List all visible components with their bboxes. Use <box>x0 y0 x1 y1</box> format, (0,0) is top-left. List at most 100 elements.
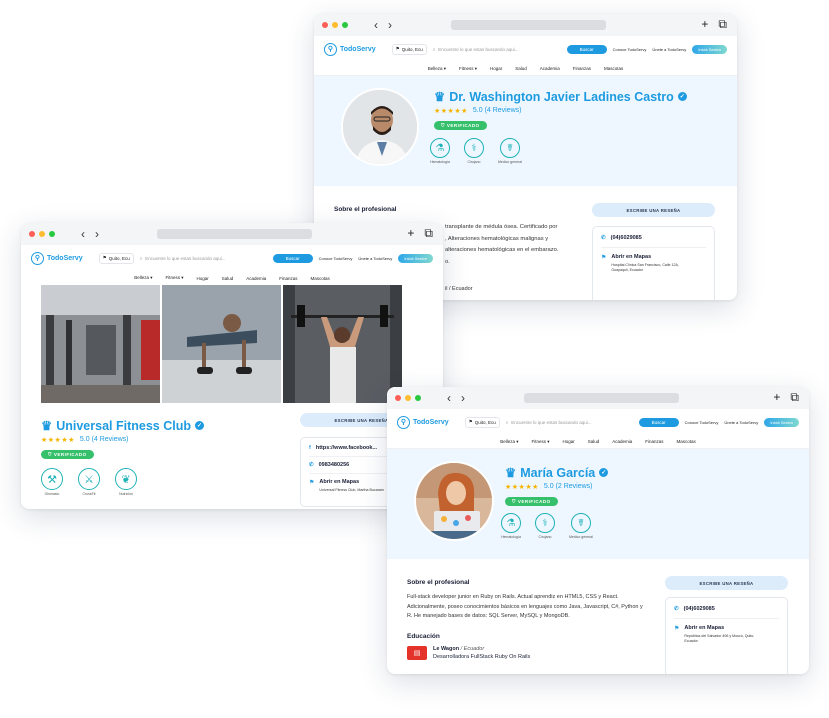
forward-arrow-icon[interactable]: › <box>95 228 99 240</box>
category-item[interactable]: Finanzas <box>645 439 663 444</box>
map-row[interactable]: ⚑ Abrir en Mapas República del Salvador 40… <box>674 625 779 644</box>
rating-row: ★★★★★ 5.0 (4 Reviews) <box>434 107 522 115</box>
category-item[interactable]: Belleza ▾ <box>428 66 446 72</box>
new-tab-icon[interactable]: + <box>701 18 708 30</box>
maximize-dot[interactable] <box>415 395 421 401</box>
gallery-photo-gym-machines[interactable] <box>41 285 160 403</box>
minimize-dot[interactable] <box>39 231 45 237</box>
login-button[interactable]: Iniciá Sesión <box>692 44 727 54</box>
service-nutrition[interactable]: ❦ Nutrición <box>115 468 137 496</box>
link-join[interactable]: Únete a TodoServy <box>724 420 758 425</box>
category-item[interactable]: Belleza ▾ <box>500 439 518 445</box>
category-item[interactable]: Hogar <box>196 276 208 281</box>
address-bar[interactable] <box>451 20 606 30</box>
edu-country: / Ecuador <box>460 646 485 652</box>
rating-text[interactable]: 5.0 (4 Reviews) <box>473 107 522 115</box>
link-join[interactable]: Únete a TodoServy <box>652 47 686 52</box>
link-know[interactable]: Conoce TodoServy <box>685 420 719 425</box>
category-item[interactable]: Salud <box>222 276 234 281</box>
category-item[interactable]: Finanzas <box>279 276 297 281</box>
category-item[interactable]: Belleza ▾ <box>134 275 152 281</box>
link-know[interactable]: Conoce TodoServy <box>319 256 353 261</box>
category-item[interactable]: Mascotas <box>677 439 696 444</box>
search-button[interactable]: Buscar <box>638 417 679 427</box>
service-general[interactable]: ☤ Medico general <box>569 513 593 539</box>
link-know[interactable]: Conoce TodoServy <box>613 47 647 52</box>
new-tab-icon[interactable]: + <box>773 391 780 403</box>
write-review-button[interactable]: ESCRIBE UNA RESEÑA <box>592 203 715 217</box>
search-input[interactable]: ⌕ Encuentre lo que estas buscando aqui... <box>140 253 267 264</box>
service-crossfit[interactable]: ⚔ CrossFit <box>78 468 100 496</box>
service-hematology[interactable]: ⚗ Hematología <box>430 138 450 164</box>
tabs-icon[interactable]: ⧉ <box>424 227 433 239</box>
category-item[interactable]: Academia <box>246 276 266 281</box>
service-label: Gimnasio <box>44 492 60 496</box>
maximize-dot[interactable] <box>342 22 348 28</box>
close-dot[interactable] <box>29 231 35 237</box>
forward-arrow-icon[interactable]: › <box>461 392 465 404</box>
gallery <box>21 285 443 403</box>
search-button[interactable]: Buscar <box>566 44 607 54</box>
write-review-button[interactable]: ESCRIBE UNA RESEÑA <box>665 576 788 590</box>
service-surgeon[interactable]: ⚕ Cirujano <box>464 138 484 164</box>
service-label: Hematología <box>430 160 450 164</box>
category-item[interactable]: Fitness ▾ <box>459 66 477 72</box>
close-dot[interactable] <box>395 395 401 401</box>
stars: ★★★★★ <box>41 437 75 444</box>
maximize-dot[interactable] <box>49 231 55 237</box>
category-item[interactable]: Hogar <box>490 66 502 71</box>
service-hematology[interactable]: ⚗ Hematología <box>501 513 521 539</box>
address-bar[interactable] <box>524 393 679 403</box>
location-selector[interactable]: ⚑ Quito, Ecu <box>464 416 500 428</box>
link-join[interactable]: Únete a TodoServy <box>358 256 392 261</box>
gallery-photo-barbell[interactable] <box>283 285 402 403</box>
edu-program: Desarrolladora FullStack Ruby On Rails <box>433 654 531 660</box>
address-text: Hospital Clínica San Francisco, Calle 12… <box>611 263 679 272</box>
gallery-photo-pushups[interactable] <box>162 285 281 403</box>
category-item[interactable]: Finanzas <box>573 66 591 71</box>
site-logo[interactable]: ⚲ TodoServy <box>31 251 83 265</box>
category-item[interactable]: Fitness ▾ <box>165 275 183 281</box>
site-logo[interactable]: ⚲ TodoServy <box>324 42 376 56</box>
service-surgeon[interactable]: ⚕ Cirujano <box>535 513 555 539</box>
tabs-icon[interactable]: ⧉ <box>718 18 727 30</box>
facebook-text: https://www.facebook... <box>315 445 378 451</box>
location-selector[interactable]: ⚑ Quito, Ecu <box>391 43 427 55</box>
tree-logo-icon: ⚲ <box>31 251 44 265</box>
login-button[interactable]: Iniciá Sesión <box>764 417 799 427</box>
search-input[interactable]: ⌕ Encuentre lo que estas buscando aqui... <box>506 417 633 428</box>
services-row: ⚒ Gimnasio ⚔ CrossFit ❦ Nutrición <box>41 468 137 496</box>
minimize-dot[interactable] <box>332 22 338 28</box>
category-item[interactable]: Hogar <box>562 439 574 444</box>
category-item[interactable]: Salud <box>515 66 527 71</box>
phone-row[interactable]: ✆ (04)6029085 <box>674 606 779 612</box>
login-button[interactable]: Iniciá Sesión <box>398 253 433 263</box>
back-arrow-icon[interactable]: ‹ <box>447 392 451 404</box>
category-item[interactable]: Salud <box>588 439 600 444</box>
site-logo[interactable]: ⚲ TodoServy <box>397 415 449 429</box>
map-row[interactable]: ⚑ Abrir en Mapas Hospital Clínica San Fran… <box>601 254 706 273</box>
rating-text[interactable]: 5.0 (2 Reviews) <box>544 483 593 491</box>
pin-icon: ⚑ <box>102 255 107 260</box>
location-selector[interactable]: ⚑ Quito, Ecu <box>98 252 134 264</box>
search-button[interactable]: Buscar <box>272 253 313 263</box>
forward-arrow-icon[interactable]: › <box>388 19 392 31</box>
category-item[interactable]: Mascotas <box>604 66 623 71</box>
category-item[interactable]: Mascotas <box>311 276 330 281</box>
close-dot[interactable] <box>322 22 328 28</box>
back-arrow-icon[interactable]: ‹ <box>374 19 378 31</box>
service-gym[interactable]: ⚒ Gimnasio <box>41 468 63 496</box>
service-general[interactable]: ☤ Medico general <box>498 138 522 164</box>
category-item[interactable]: Academia <box>612 439 632 444</box>
tabs-icon[interactable]: ⧉ <box>790 391 799 403</box>
minimize-dot[interactable] <box>405 395 411 401</box>
pin-icon: ⚑ <box>395 46 400 51</box>
search-input[interactable]: ⌕ Encuentre lo que estas buscando aqui... <box>433 44 561 55</box>
back-arrow-icon[interactable]: ‹ <box>81 228 85 240</box>
category-item[interactable]: Academia <box>540 66 560 71</box>
category-item[interactable]: Fitness ▾ <box>531 439 549 445</box>
phone-row[interactable]: ✆ (04)6029085 <box>601 235 706 241</box>
address-bar[interactable] <box>157 229 312 239</box>
new-tab-icon[interactable]: + <box>407 227 414 239</box>
rating-text[interactable]: 5.0 (4 Reviews) <box>80 436 129 444</box>
